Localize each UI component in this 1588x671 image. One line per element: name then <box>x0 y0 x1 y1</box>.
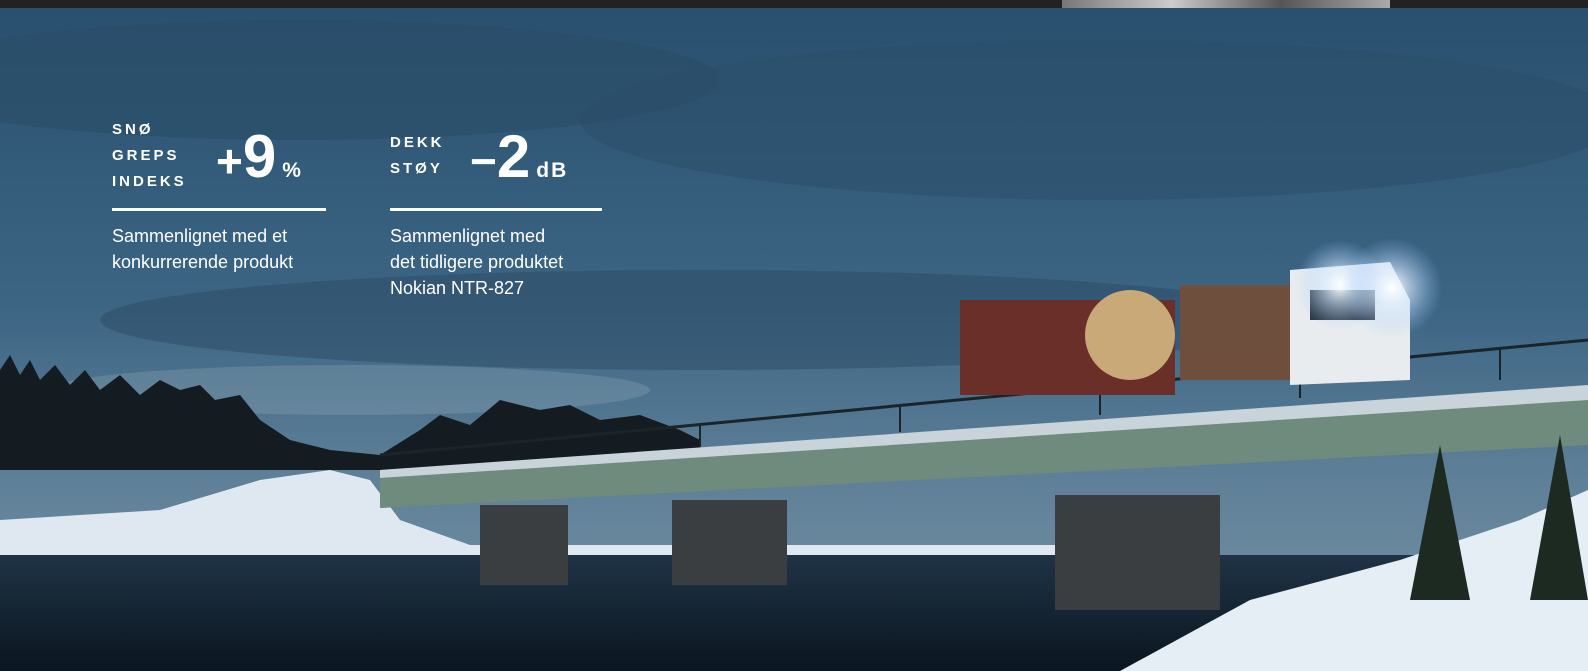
stat-label-line: GREPS <box>112 147 180 164</box>
stat-snow-grip: SNØ GREPS INDEKS +9% Sammenlignet med et… <box>112 117 326 307</box>
stat-description: Sammenlignet med et konkurrerende produk… <box>112 226 294 272</box>
stat-label-line: INDEKS <box>112 173 187 190</box>
stat-label-line: STØY <box>390 160 443 177</box>
stat-label: DEKK STØY <box>390 130 445 182</box>
stat-description: Sammenlignet med det tidligere produktet… <box>390 226 564 298</box>
stat-label-line: SNØ <box>112 121 154 138</box>
bridge-pier <box>1055 495 1220 610</box>
stat-unit: dB <box>536 159 569 182</box>
bridge-pier <box>672 500 787 585</box>
stat-label-line: DEKK <box>390 134 445 151</box>
hero-photo <box>0 8 1588 671</box>
bridge-pier <box>480 505 568 585</box>
stat-value: 2 <box>496 123 531 190</box>
stat-divider <box>112 208 326 211</box>
headlight-glow <box>1342 238 1442 338</box>
stat-unit: % <box>282 159 303 182</box>
stat-tyre-noise: DEKK STØY −2 dB Sammenlignet med det tidl… <box>390 127 602 310</box>
stat-sign: + <box>216 135 243 187</box>
stat-divider <box>390 208 602 211</box>
stat-sign: − <box>470 135 497 187</box>
stat-label: SNØ GREPS INDEKS <box>112 117 187 195</box>
stat-value: 9 <box>242 123 277 190</box>
